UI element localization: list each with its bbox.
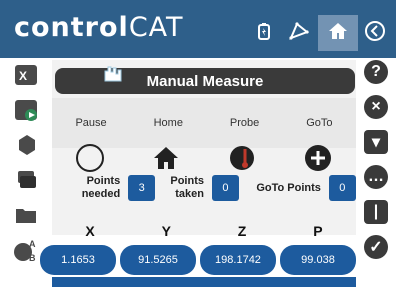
menu-item-goto[interactable]: GoTo bbox=[306, 117, 332, 129]
panel-title: Manual Measure bbox=[55, 66, 355, 94]
coordinate-headers: X Y Z P bbox=[52, 223, 356, 239]
menu-item-probe[interactable]: Probe bbox=[230, 117, 259, 129]
confirm-icon[interactable]: ✓ bbox=[364, 235, 388, 259]
coordinate-values: 1.1653 91.5265 198.1742 99.038 bbox=[40, 245, 356, 275]
coord-header-p: P bbox=[313, 223, 323, 239]
home-action-icon[interactable] bbox=[148, 143, 184, 173]
coord-header-z: Z bbox=[237, 223, 247, 239]
svg-text:A: A bbox=[29, 239, 36, 249]
probe-icon[interactable] bbox=[224, 143, 260, 173]
goto-points-value: 0 bbox=[328, 175, 356, 201]
excel-icon[interactable]: X bbox=[11, 60, 41, 90]
right-toolbar: ? × ▾ … | ✓ bbox=[358, 58, 396, 287]
app-logo: controlCAT bbox=[14, 12, 184, 43]
back-icon[interactable] bbox=[364, 20, 386, 42]
goto-icon[interactable] bbox=[300, 143, 336, 173]
points-taken-value: 0 bbox=[211, 175, 240, 201]
home-icon[interactable] bbox=[327, 20, 349, 42]
menu-item-home[interactable]: Home bbox=[154, 117, 183, 129]
points-needed-label: Points needed bbox=[81, 175, 121, 200]
manual-measure-panel: Manual Measure Pause Home Probe GoTo Poi… bbox=[52, 60, 356, 235]
axis-icon[interactable]: AB bbox=[11, 235, 41, 265]
comment-icon[interactable]: … bbox=[364, 165, 388, 189]
svg-text:B: B bbox=[29, 253, 36, 263]
folder-icon[interactable] bbox=[11, 200, 41, 230]
help-icon[interactable]: ? bbox=[364, 60, 388, 84]
network-icon[interactable] bbox=[288, 20, 310, 42]
coord-value-y: 91.5265 bbox=[120, 245, 196, 275]
menu-item-pause[interactable]: Pause bbox=[75, 117, 106, 129]
coord-header-x: X bbox=[85, 223, 95, 239]
coord-value-x: 1.1653 bbox=[40, 245, 116, 275]
battery-icon[interactable] bbox=[253, 20, 275, 42]
svg-text:X: X bbox=[19, 69, 27, 83]
layers-icon[interactable] bbox=[11, 165, 41, 195]
split-icon[interactable]: | bbox=[364, 200, 388, 224]
coord-header-y: Y bbox=[161, 223, 171, 239]
save-icon[interactable]: ▾ bbox=[364, 130, 388, 154]
coord-value-z: 198.1742 bbox=[200, 245, 276, 275]
video-icon[interactable] bbox=[11, 95, 41, 125]
points-values: Points needed 3 Points taken 0 GoTo Poin… bbox=[52, 172, 356, 204]
goto-points-label: GoTo Points bbox=[256, 181, 321, 194]
pause-icon[interactable] bbox=[72, 143, 108, 173]
points-needed-value: 3 bbox=[128, 175, 156, 201]
bottom-strip bbox=[52, 277, 356, 287]
points-taken-label: Points taken bbox=[170, 175, 204, 200]
coord-value-p: 99.038 bbox=[280, 245, 356, 275]
close-icon[interactable]: × bbox=[364, 95, 388, 119]
hand-icon bbox=[104, 66, 122, 82]
cube-icon[interactable] bbox=[11, 130, 41, 160]
top-bar: controlCAT bbox=[0, 0, 396, 58]
